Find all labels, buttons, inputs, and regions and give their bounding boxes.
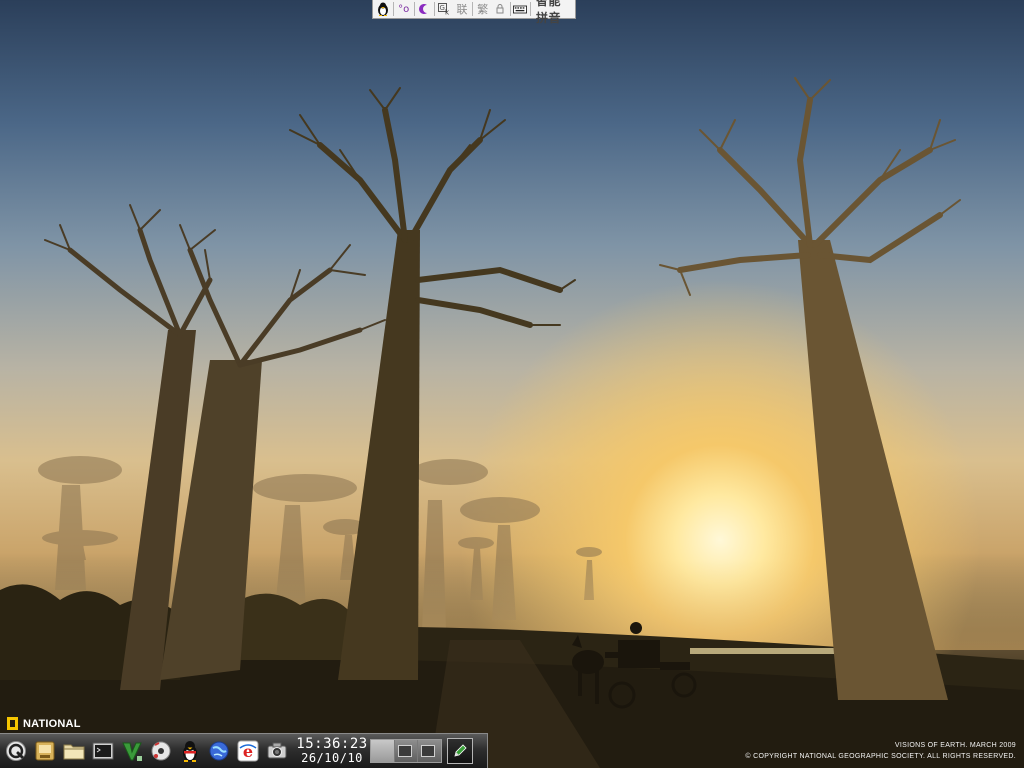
lock-icon[interactable] xyxy=(492,1,508,17)
clock-time: 15:36:23 xyxy=(296,736,368,752)
penguin-icon[interactable] xyxy=(375,1,391,17)
ime-separator xyxy=(413,2,415,16)
taskbar-panel: e 15:36:23 26/10/10 xyxy=(0,733,488,768)
punctuation-icon[interactable]: °o xyxy=(396,1,412,17)
app-menu-icon[interactable] xyxy=(4,739,28,763)
ime-separator xyxy=(434,2,436,16)
pager-window-thumb xyxy=(397,745,412,757)
workspace-2[interactable] xyxy=(394,740,419,762)
svg-text:k: k xyxy=(445,9,450,16)
credit-line-2: © COPYRIGHT NATIONAL GEOGRAPHIC SOCIETY.… xyxy=(745,753,1016,760)
pager-window-thumb xyxy=(421,745,436,757)
workspace-3[interactable] xyxy=(418,740,442,762)
ie-browser-icon[interactable]: e xyxy=(236,739,260,763)
clock[interactable]: 15:36:23 26/10/10 xyxy=(296,735,368,767)
half-moon-icon[interactable] xyxy=(416,1,432,17)
media-player-icon[interactable] xyxy=(149,739,173,763)
text-editor-icon[interactable] xyxy=(120,739,144,763)
workspace-pager[interactable] xyxy=(370,739,442,763)
ime-separator xyxy=(530,2,532,16)
photo-credit: VISIONS OF EARTH. MARCH 2009 © COPYRIGHT… xyxy=(745,740,1016,762)
ime-separator xyxy=(509,2,511,16)
simplified-traditional-icon[interactable]: Gk xyxy=(437,1,453,17)
qq-penguin-icon[interactable] xyxy=(178,739,202,763)
desktop[interactable]: °o Gk 联 繁 智能拼音 NATIONAL VISIONS OF EARTH… xyxy=(0,0,1024,768)
pen-edit-icon[interactable] xyxy=(447,738,473,764)
yellow-frame-icon xyxy=(7,717,18,730)
ime-separator xyxy=(472,2,473,16)
browser-globe-icon[interactable] xyxy=(207,739,231,763)
natgeo-logo: NATIONAL xyxy=(7,717,81,730)
folder-icon[interactable] xyxy=(62,739,86,763)
ime-separator xyxy=(393,2,394,16)
ime-name-label[interactable]: 智能拼音 xyxy=(533,0,573,26)
soft-keyboard-icon[interactable] xyxy=(512,1,528,17)
natgeo-logo-text: NATIONAL xyxy=(23,717,81,730)
lian-toggle[interactable]: 联 xyxy=(454,1,470,17)
credit-line-1: VISIONS OF EARTH. MARCH 2009 xyxy=(894,742,1016,749)
terminal-icon[interactable] xyxy=(91,739,115,763)
clock-date: 26/10/10 xyxy=(301,751,363,765)
workspace-1[interactable] xyxy=(371,740,395,762)
fan-toggle[interactable]: 繁 xyxy=(475,1,491,17)
wallpaper-baobab-avenue xyxy=(0,77,1024,768)
file-manager-icon[interactable] xyxy=(33,739,57,763)
camera-icon[interactable] xyxy=(265,739,289,763)
ime-toolbar: °o Gk 联 繁 智能拼音 xyxy=(372,0,576,25)
